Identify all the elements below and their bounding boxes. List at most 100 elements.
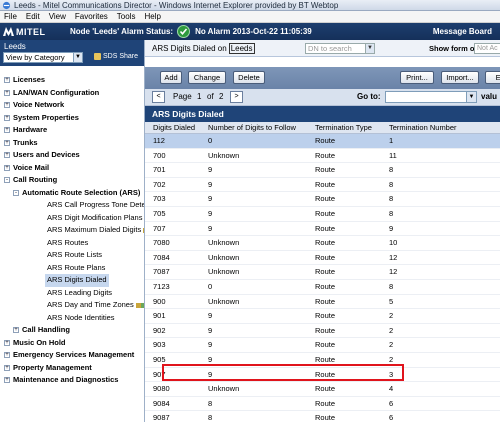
sidebar-item[interactable]: - Call Routing — [0, 174, 144, 187]
table-row[interactable]: 7087 Unknown Route 12 — [145, 265, 500, 280]
sidebar-item[interactable]: + Hardware — [0, 124, 144, 137]
show-form-select[interactable]: Not Ac — [474, 43, 500, 54]
sidebar-item[interactable]: + Emergency Services Management — [0, 349, 144, 362]
sidebar-item[interactable]: - Automatic Route Selection (ARS) — [0, 187, 144, 200]
expand-icon[interactable]: + — [4, 152, 10, 158]
table-cell: 701 — [153, 165, 166, 175]
expand-icon[interactable]: + — [4, 164, 10, 171]
sidebar-item[interactable]: + Voice Network — [0, 99, 144, 112]
sidebar-item[interactable]: + Voice Mail — [0, 162, 144, 175]
node-name[interactable]: Leeds — [228, 42, 255, 54]
expand-icon[interactable]: + — [4, 114, 10, 121]
table-row[interactable]: 112 0 Route 1 — [145, 134, 500, 149]
print-button[interactable]: Print... — [400, 71, 434, 84]
table-row[interactable]: 902 9 Route 2 — [145, 324, 500, 339]
sidebar-item[interactable]: ARS Maximum Dialed Digits — [0, 224, 144, 237]
table-row[interactable]: 702 9 Route 8 — [145, 178, 500, 193]
column-header-digits-dialed[interactable]: Digits Dialed — [153, 122, 195, 134]
table-row[interactable]: 903 9 Route 2 — [145, 338, 500, 353]
menu-help[interactable]: Help — [144, 12, 160, 21]
sidebar-item[interactable]: ARS Digit Modification Plans — [0, 212, 144, 225]
sidebar-item[interactable]: ARS Routes — [0, 237, 144, 250]
sds-share-link[interactable]: SDS Share — [94, 53, 138, 60]
dn-search-select[interactable]: DN to search ▼ — [305, 43, 375, 54]
table-row[interactable]: 907 9 Route 3 — [145, 368, 500, 383]
sidebar-item[interactable]: + System Properties — [0, 112, 144, 125]
sidebar-item-label: ARS Digits Dialed — [45, 274, 109, 287]
sidebar-item[interactable]: + Trunks — [0, 137, 144, 150]
table-cell: Route — [315, 238, 336, 248]
sidebar-item[interactable]: + LAN/WAN Configuration — [0, 87, 144, 100]
expand-icon[interactable]: + — [4, 352, 10, 358]
collapse-icon[interactable]: - — [4, 177, 10, 183]
table-body: 112 0 Route 1 700 Unknown Route 11 701 9 Route 8 702… — [145, 134, 500, 422]
table-row[interactable]: 9087 8 Route 6 — [145, 411, 500, 422]
table-row[interactable]: 707 9 Route 9 — [145, 222, 500, 237]
sidebar-item[interactable]: ARS Node Identities — [0, 312, 144, 325]
sidebar-item[interactable]: ARS Leading Digits — [0, 287, 144, 300]
sidebar-item[interactable]: + Call Handling — [0, 324, 144, 337]
add-button[interactable]: Add — [160, 71, 182, 84]
export-button[interactable]: Ex — [485, 71, 500, 84]
sidebar-item[interactable]: + Users and Devices — [0, 149, 144, 162]
menu-tools[interactable]: Tools — [117, 12, 136, 21]
expand-icon[interactable]: + — [4, 102, 10, 108]
column-header-termination-number[interactable]: Termination Number — [389, 122, 457, 134]
column-header-digits-to-follow[interactable]: Number of Digits to Follow — [208, 122, 296, 134]
table-row[interactable]: 705 9 Route 8 — [145, 207, 500, 222]
sidebar-item[interactable]: + Music On Hold — [0, 337, 144, 350]
expand-icon[interactable]: + — [4, 339, 10, 346]
table-row[interactable]: 703 9 Route 8 — [145, 192, 500, 207]
import-button[interactable]: Import... — [441, 71, 479, 84]
table-row[interactable]: 905 9 Route 2 — [145, 353, 500, 368]
expand-icon[interactable]: + — [13, 327, 19, 333]
table-row[interactable]: 7080 Unknown Route 10 — [145, 236, 500, 251]
expand-icon[interactable]: + — [4, 77, 10, 83]
expand-icon[interactable]: + — [4, 89, 10, 96]
sidebar-item-label: Call Routing — [13, 175, 58, 184]
sidebar-item[interactable]: ARS Digits Dialed — [0, 274, 144, 287]
table-row[interactable]: 9084 8 Route 6 — [145, 397, 500, 412]
table-row[interactable]: 700 Unknown Route 11 — [145, 149, 500, 164]
menu-favorites[interactable]: Favorites — [75, 12, 108, 21]
view-by-select[interactable]: View by Category ▼ — [3, 52, 83, 63]
sidebar-item[interactable]: ARS Route Lists — [0, 249, 144, 262]
expand-icon[interactable]: + — [4, 377, 10, 383]
column-header-termination-type[interactable]: Termination Type — [315, 122, 372, 134]
table-row[interactable]: 7084 Unknown Route 12 — [145, 251, 500, 266]
table-row[interactable]: 901 9 Route 2 — [145, 309, 500, 324]
table-cell: Route — [315, 165, 336, 175]
table-cell: 11 — [389, 150, 397, 160]
sidebar-item[interactable]: ARS Day and Time Zones — [0, 299, 144, 312]
table-cell: 705 — [153, 208, 166, 218]
table-cell: 2 — [389, 311, 394, 321]
table-row[interactable]: 701 9 Route 8 — [145, 163, 500, 178]
pager: < Page 1 of 2 > Go to: ▼ valu — [145, 89, 500, 106]
next-page-button[interactable]: > — [230, 91, 243, 103]
message-board-link[interactable]: Message Board — [433, 27, 492, 36]
expand-icon[interactable]: + — [4, 127, 10, 133]
sidebar-item[interactable]: ARS Route Plans — [0, 262, 144, 275]
sidebar-item[interactable]: ARS Call Progress Tone Detecti — [0, 199, 144, 212]
table-cell: Unknown — [208, 252, 240, 262]
table-cell: 907 — [153, 369, 166, 379]
table-row[interactable]: 900 Unknown Route 5 — [145, 295, 500, 310]
table-row[interactable]: 9080 Unknown Route 4 — [145, 382, 500, 397]
change-button[interactable]: Change — [188, 71, 226, 84]
expand-icon[interactable]: + — [4, 139, 10, 146]
sidebar-item[interactable]: + Licenses — [0, 74, 144, 87]
menu-view[interactable]: View — [49, 12, 66, 21]
mitel-logo: MITEL — [3, 27, 58, 37]
page-word: Page — [173, 92, 192, 101]
table-row[interactable]: 7123 0 Route 8 — [145, 280, 500, 295]
table-cell: Route — [315, 384, 336, 394]
prev-page-button[interactable]: < — [152, 91, 165, 103]
menu-file[interactable]: File — [4, 12, 17, 21]
goto-select[interactable]: ▼ — [385, 91, 477, 103]
menu-edit[interactable]: Edit — [26, 12, 40, 21]
collapse-icon[interactable]: - — [13, 189, 19, 196]
delete-button[interactable]: Delete — [233, 71, 265, 84]
sidebar-item[interactable]: + Property Management — [0, 362, 144, 375]
sidebar-item[interactable]: + Maintenance and Diagnostics — [0, 374, 144, 387]
expand-icon[interactable]: + — [4, 364, 10, 371]
